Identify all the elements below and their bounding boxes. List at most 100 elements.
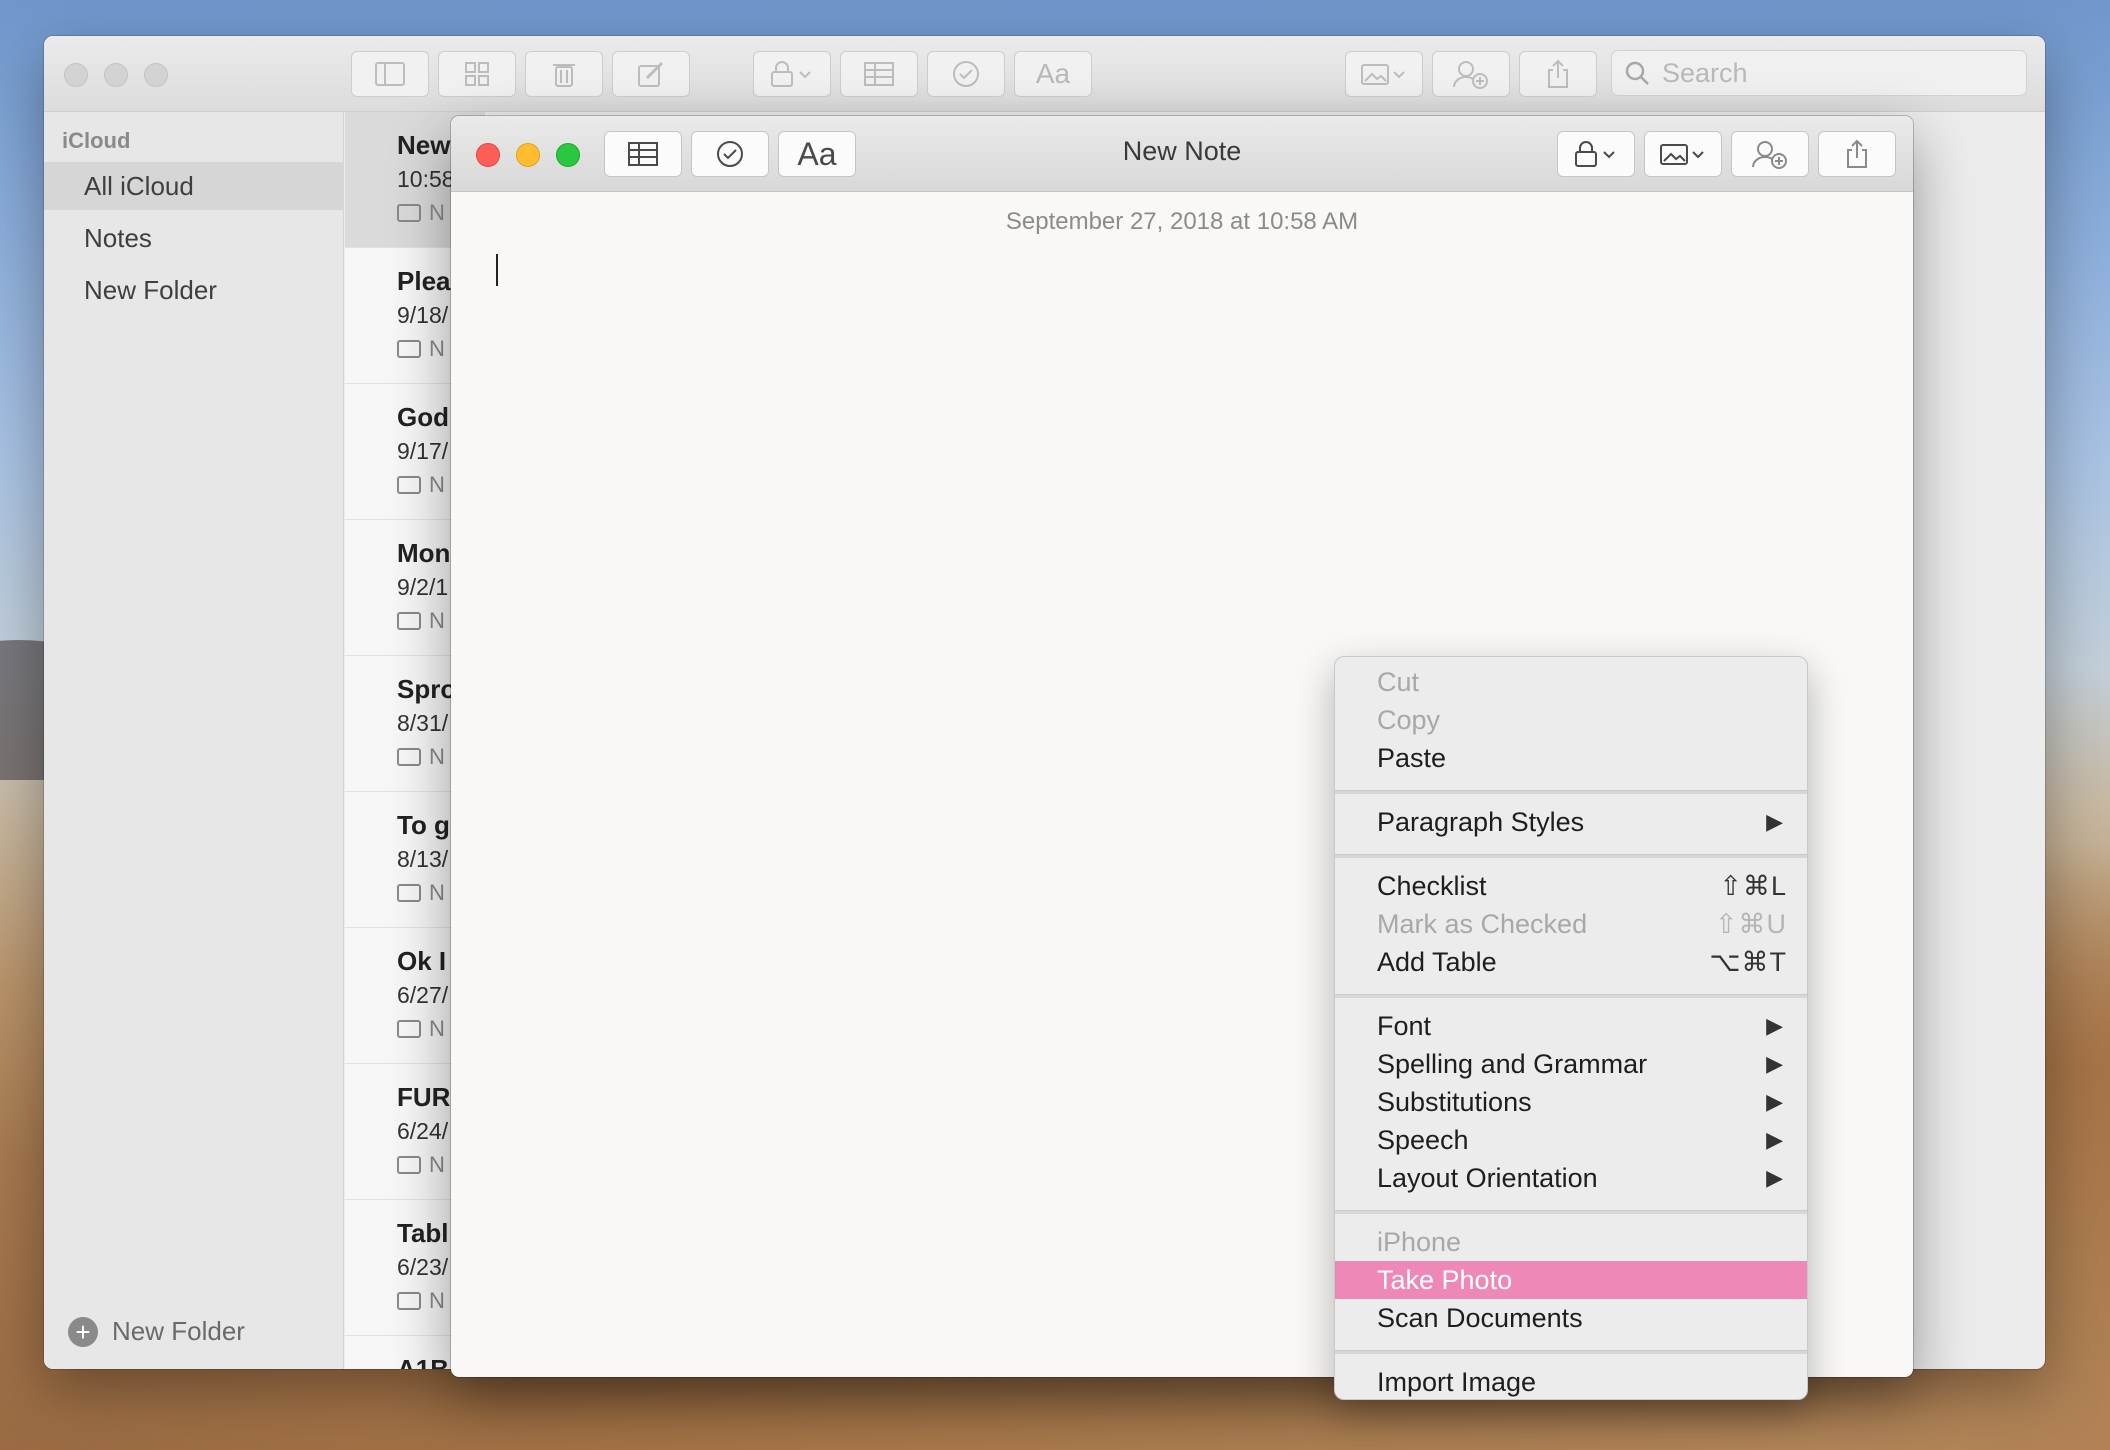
compose-button[interactable] bbox=[612, 51, 690, 97]
sidebar-toggle-button[interactable] bbox=[351, 51, 429, 97]
folder-icon bbox=[397, 612, 421, 630]
menu-item-add-table[interactable]: Add Table ⌥⌘T bbox=[1335, 943, 1807, 981]
menu-item-label: Mark as Checked bbox=[1377, 908, 1588, 939]
menu-separator bbox=[1335, 790, 1807, 794]
photo-icon bbox=[1361, 64, 1405, 85]
note-folder: N bbox=[397, 1016, 445, 1042]
submenu-arrow-icon: ▶ bbox=[1766, 1127, 1783, 1152]
sidebar-item-all-icloud[interactable]: All iCloud bbox=[44, 162, 344, 210]
delete-button[interactable] bbox=[525, 51, 603, 97]
menu-item-checklist[interactable]: Checklist ⇧⌘L bbox=[1335, 867, 1807, 905]
note-folder-label: N bbox=[429, 608, 445, 633]
note-date: 8/31/ bbox=[397, 710, 449, 736]
menu-item-label: iPhone bbox=[1377, 1226, 1462, 1257]
sidebar-item-new-folder[interactable]: New Folder bbox=[44, 266, 344, 314]
submenu-arrow-icon: ▶ bbox=[1766, 1051, 1783, 1076]
note-date: 10:58 bbox=[397, 166, 455, 192]
minimize-button[interactable] bbox=[104, 63, 128, 87]
close-button[interactable] bbox=[64, 63, 88, 87]
menu-item-take-photo[interactable]: Take Photo bbox=[1335, 1261, 1807, 1299]
new-folder-button[interactable]: + New Folder bbox=[68, 1316, 245, 1347]
sidebar-item-label: Notes bbox=[84, 222, 152, 253]
note-folder-label: N bbox=[429, 744, 445, 769]
format-button[interactable]: Aa bbox=[1014, 51, 1092, 97]
note-title: New bbox=[397, 130, 451, 160]
menu-item-label: Spelling and Grammar bbox=[1377, 1048, 1648, 1079]
menu-item-font[interactable]: Font ▶ bbox=[1335, 1007, 1807, 1045]
search-field[interactable]: Search bbox=[1611, 50, 2027, 96]
sidebar: iCloud All iCloud Notes New Folder + New… bbox=[44, 112, 344, 1369]
submenu-arrow-icon: ▶ bbox=[1766, 1165, 1783, 1190]
share-button[interactable] bbox=[1519, 51, 1597, 97]
note-folder-label: N bbox=[429, 200, 445, 225]
note-title: Ok I bbox=[397, 946, 447, 976]
checklist-button[interactable] bbox=[927, 51, 1005, 97]
menu-item-cut[interactable]: Cut bbox=[1335, 663, 1807, 701]
menu-item-shortcut: ⇧⌘L bbox=[1719, 870, 1787, 901]
menu-item-import-image[interactable]: Import Image bbox=[1335, 1363, 1807, 1401]
note-date: 6/27/ bbox=[397, 982, 449, 1008]
note-folder: N bbox=[397, 200, 445, 226]
note-date: 9/17/ bbox=[397, 438, 449, 464]
search-placeholder: Search bbox=[1662, 57, 1748, 88]
menu-item-label: Speech bbox=[1377, 1124, 1469, 1155]
compose-icon bbox=[638, 61, 664, 87]
note-folder: N bbox=[397, 1152, 445, 1178]
search-icon bbox=[1625, 61, 1649, 85]
note-title: God bbox=[397, 402, 449, 432]
submenu-arrow-icon: ▶ bbox=[1766, 1013, 1783, 1038]
folder-icon bbox=[397, 204, 421, 222]
zoom-button[interactable] bbox=[144, 63, 168, 87]
menu-item-paragraph-styles[interactable]: Paragraph Styles ▶ bbox=[1335, 803, 1807, 841]
sidebar-item-notes[interactable]: Notes bbox=[44, 214, 344, 262]
note-folder-label: N bbox=[429, 336, 445, 361]
lock-menu-button[interactable] bbox=[753, 51, 831, 97]
menu-item-copy[interactable]: Copy bbox=[1335, 701, 1807, 739]
menu-item-speech[interactable]: Speech ▶ bbox=[1335, 1121, 1807, 1159]
menu-item-shortcut: ⌥⌘T bbox=[1709, 946, 1787, 977]
trash-icon bbox=[553, 64, 575, 87]
note-title: A1B bbox=[397, 1354, 450, 1369]
note-folder: N bbox=[397, 744, 445, 770]
menu-item-label: Checklist bbox=[1377, 870, 1487, 901]
format-label: Aa bbox=[1035, 58, 1071, 89]
menu-item-spelling-and-grammar[interactable]: Spelling and Grammar ▶ bbox=[1335, 1045, 1807, 1083]
media-menu-button[interactable] bbox=[1345, 51, 1423, 97]
share-button[interactable] bbox=[1818, 131, 1896, 177]
note-folder: N bbox=[397, 608, 445, 634]
folder-icon bbox=[397, 340, 421, 358]
folder-icon bbox=[397, 476, 421, 494]
text-cursor[interactable] bbox=[496, 254, 498, 286]
grid-icon bbox=[465, 62, 489, 86]
menu-item-label: Paste bbox=[1377, 742, 1447, 773]
table-icon bbox=[864, 62, 894, 86]
media-menu-button[interactable] bbox=[1644, 131, 1722, 177]
menu-item-substitutions[interactable]: Substitutions ▶ bbox=[1335, 1083, 1807, 1121]
menu-item-label: Substitutions bbox=[1377, 1086, 1532, 1117]
menu-item-mark-as-checked[interactable]: Mark as Checked ⇧⌘U bbox=[1335, 905, 1807, 943]
note-title: To g bbox=[397, 810, 450, 840]
menu-item-label: Import Image bbox=[1377, 1366, 1537, 1397]
menu-separator bbox=[1335, 854, 1807, 858]
lock-menu-button[interactable] bbox=[1557, 131, 1635, 177]
menu-item-label: Take Photo bbox=[1377, 1264, 1513, 1295]
note-folder-label: N bbox=[429, 472, 445, 497]
sidebar-item-label: New Folder bbox=[84, 274, 217, 305]
table-button[interactable] bbox=[840, 51, 918, 97]
menu-item-label: Add Table bbox=[1377, 946, 1497, 977]
context-menu: Cut Copy Paste Paragraph Styles ▶ Checkli… bbox=[1334, 656, 1808, 1400]
sidebar-item-label: All iCloud bbox=[84, 170, 194, 201]
menu-item-shortcut: ⇧⌘U bbox=[1714, 908, 1787, 939]
plus-circle-icon: + bbox=[68, 1316, 98, 1347]
add-people-button[interactable] bbox=[1731, 131, 1809, 177]
gallery-view-button[interactable] bbox=[438, 51, 516, 97]
note-title: Plea bbox=[397, 266, 451, 296]
add-people-button[interactable] bbox=[1432, 51, 1510, 97]
menu-item-paste[interactable]: Paste bbox=[1335, 739, 1807, 777]
checkmark-circle-icon bbox=[953, 61, 979, 87]
menu-item-scan-documents[interactable]: Scan Documents bbox=[1335, 1299, 1807, 1337]
submenu-arrow-icon: ▶ bbox=[1766, 809, 1783, 834]
menu-item-layout-orientation[interactable]: Layout Orientation ▶ bbox=[1335, 1159, 1807, 1197]
folder-icon bbox=[397, 1020, 421, 1038]
note-timestamp: September 27, 2018 at 10:58 AM bbox=[1005, 208, 1359, 235]
